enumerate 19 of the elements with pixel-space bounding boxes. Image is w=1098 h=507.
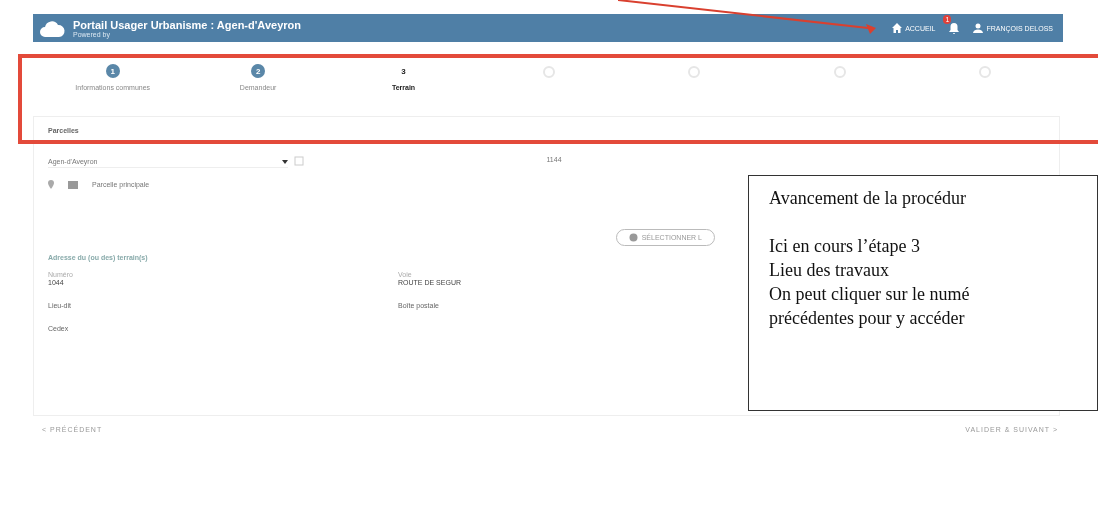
step-placeholder-icon xyxy=(979,66,992,78)
caret-icon xyxy=(282,159,288,164)
home-icon xyxy=(892,23,903,33)
annotation-title: Avancement de la procédur xyxy=(769,187,968,210)
bell-icon xyxy=(949,22,960,34)
step-number-button[interactable]: 3 xyxy=(396,64,411,78)
step-number-button[interactable]: 2 xyxy=(251,64,266,78)
user-icon xyxy=(973,23,984,33)
annotation-text: précédentes pour y accéder xyxy=(769,307,966,330)
annotation-text: Ici en cours l’étape 3 xyxy=(769,235,921,258)
step-placeholder-icon xyxy=(833,66,846,78)
step-number-button[interactable]: 1 xyxy=(105,64,120,78)
square-icon xyxy=(68,180,78,189)
app-title: Portail Usager Urbanisme : Agen-d'Aveyron xyxy=(73,18,301,31)
step-placeholder-icon xyxy=(542,66,555,78)
step-placeholder-icon xyxy=(688,66,701,78)
annotation-text: On peut cliquer sur le numé xyxy=(769,283,971,306)
pin-icon xyxy=(48,180,54,189)
annotation-text: Lieu des travaux xyxy=(769,259,890,282)
